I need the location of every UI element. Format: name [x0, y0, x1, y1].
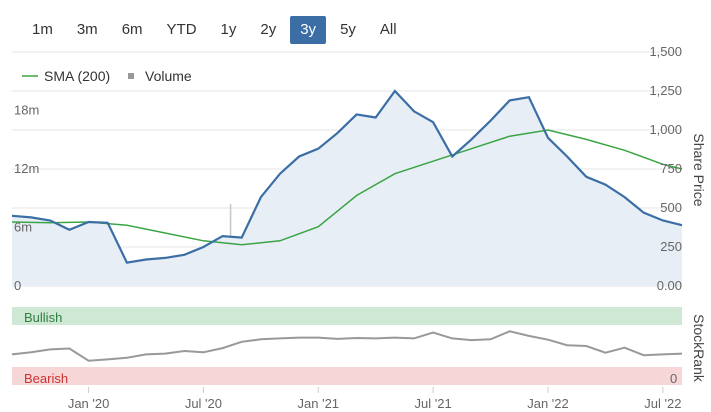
price-tick-label: 1,250	[649, 83, 682, 98]
x-tick-label: Jul '21	[415, 396, 452, 411]
price-tick-label: 1,500	[649, 44, 682, 59]
stockrank-line	[11, 330, 683, 362]
price-tick-label: 0.00	[657, 278, 682, 293]
volume-tick-label: 12m	[14, 161, 39, 176]
price-tick-label: 250	[660, 239, 682, 254]
x-tick-label: Jan '22	[527, 396, 569, 411]
x-tick-label: Jan '20	[68, 396, 110, 411]
price-tick-label: 750	[660, 161, 682, 176]
stockrank-axis-label: StockRank	[691, 314, 707, 383]
price-panel: 1,500 1,250 1,000 750 500 250 0.00 18m 12m 6m 0 S…	[11, 44, 707, 293]
bullish-band	[12, 307, 682, 325]
share-price-axis-label: Share Price	[691, 133, 707, 206]
stockrank-tick: 0	[670, 371, 677, 386]
stockrank-panel: Bullish Bearish 0 StockRank	[11, 307, 707, 386]
sma-legend-label: SMA (200)	[44, 68, 110, 84]
bearish-band	[12, 367, 682, 385]
bullish-label: Bullish	[24, 310, 62, 325]
price-tick-label: 1,000	[649, 122, 682, 137]
bearish-label: Bearish	[24, 371, 68, 386]
volume-tick-label: 0	[14, 278, 21, 293]
x-tick-label: Jul '20	[185, 396, 222, 411]
legend: SMA (200) Volume	[22, 68, 192, 84]
x-tick-label: Jan '21	[298, 396, 340, 411]
price-tick-label: 500	[660, 200, 682, 215]
volume-tick-label: 18m	[14, 103, 39, 118]
volume-legend-label: Volume	[145, 68, 192, 84]
volume-legend-swatch	[128, 73, 134, 79]
chart-canvas: 1,500 1,250 1,000 750 500 250 0.00 18m 12m 6m 0 S…	[11, 44, 707, 411]
x-axis-ticks: Jan '20 Jul '20 Jan '21 Jul '21 Jan '22 Jul '…	[68, 387, 681, 411]
volume-tick-label: 6m	[14, 220, 32, 235]
x-tick-label: Jul '22	[644, 396, 681, 411]
